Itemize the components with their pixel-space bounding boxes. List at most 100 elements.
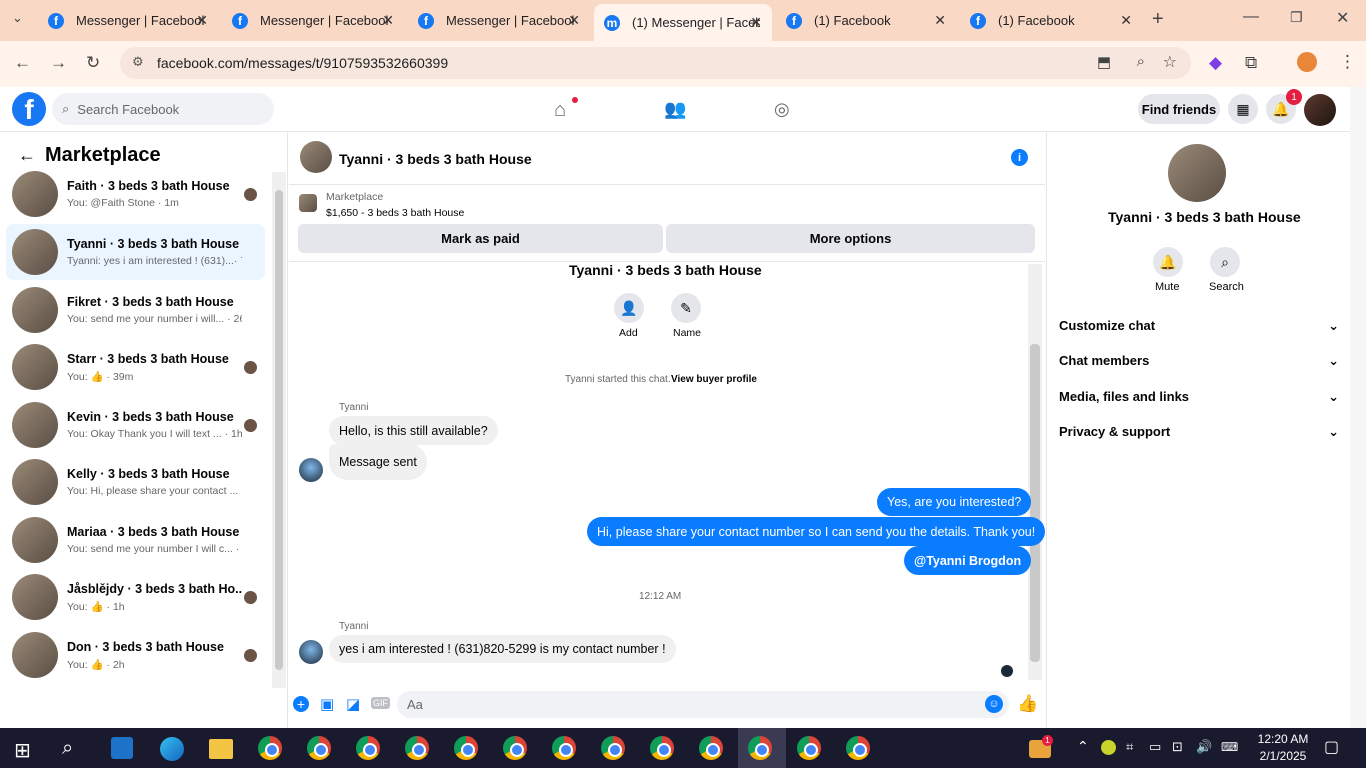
extensions-puzzle-icon[interactable]: ⧉ (1245, 53, 1257, 73)
restore-icon[interactable]: ❐ (1290, 9, 1303, 26)
clock-time[interactable]: 12:20 AM (1256, 732, 1310, 746)
friends-icon[interactable]: 👥 (664, 99, 686, 120)
zoom-icon[interactable]: ⌕ (1137, 53, 1145, 70)
browser-tab-1[interactable]: f Messenger | Facebook ✕ (38, 6, 218, 35)
add-attachment-icon[interactable]: + (293, 696, 309, 712)
volume-icon[interactable]: 🔊 (1196, 739, 1212, 755)
list-item[interactable]: Faith · 3 beds 3 bath House You: @Faith S… (6, 166, 265, 222)
account-avatar[interactable] (1304, 94, 1336, 126)
close-tab-icon[interactable]: ✕ (750, 14, 762, 31)
close-tab-icon[interactable]: ✕ (196, 12, 208, 29)
install-icon[interactable]: ⬒ (1097, 53, 1111, 71)
list-item-selected[interactable]: Tyanni · 3 beds 3 bath House Tyanni: yes … (6, 224, 265, 280)
sticker-icon[interactable]: ◪ (346, 695, 360, 713)
home-icon[interactable]: ⌂ (554, 99, 566, 122)
list-item[interactable]: Kelly · 3 beds 3 bath House You: Hi, plea… (6, 454, 265, 510)
outgoing-message[interactable]: @Tyanni Brogdon (904, 546, 1032, 575)
close-tab-icon[interactable]: ✕ (568, 12, 580, 29)
search-icon[interactable]: ⌕ (62, 737, 73, 760)
edit-name-icon[interactable]: ✎ (671, 293, 701, 323)
find-friends-button[interactable]: Find friends (1138, 94, 1220, 124)
list-item[interactable]: Don · 3 beds 3 bath House You: 👍 · 2h (6, 627, 265, 683)
outgoing-message[interactable]: Yes, are you interested? (877, 488, 1032, 516)
store-icon[interactable] (111, 737, 133, 759)
scrollbar-thumb[interactable] (1030, 344, 1040, 662)
site-info-icon[interactable]: ⚙ (132, 54, 144, 70)
page-scrollbar[interactable] (1350, 87, 1366, 728)
profile-avatar-icon[interactable] (1297, 52, 1317, 72)
outgoing-message[interactable]: Hi, please share your contact number so … (587, 517, 1046, 546)
forward-icon[interactable]: → (50, 53, 67, 73)
customize-chat-row[interactable]: Customize chat ⌄ (1059, 318, 1339, 334)
chrome-icon[interactable] (356, 736, 380, 760)
chat-title[interactable]: Tyanni · 3 beds 3 bath House (339, 151, 532, 167)
close-tab-icon[interactable]: ✕ (1120, 12, 1132, 29)
incoming-message[interactable]: Hello, is this still available? (329, 416, 498, 445)
list-item[interactable]: Mariaa · 3 beds 3 bath House You: send me… (6, 512, 265, 568)
chrome-icon[interactable] (699, 736, 723, 760)
minimize-icon[interactable]: — (1243, 8, 1259, 26)
edge-icon[interactable] (160, 737, 184, 761)
window-close-icon[interactable]: ✕ (1336, 8, 1349, 28)
emoji-icon[interactable]: ☺ (985, 695, 1003, 713)
chrome-icon[interactable] (846, 736, 870, 760)
list-item[interactable]: Fikret · 3 beds 3 bath House You: send me… (6, 282, 265, 338)
chrome-icon[interactable] (650, 736, 674, 760)
chrome-icon[interactable] (797, 736, 821, 760)
chat-members-row[interactable]: Chat members ⌄ (1059, 353, 1339, 369)
menu-grid-icon[interactable]: ▦ (1228, 94, 1258, 124)
listing-thumbnail[interactable] (299, 194, 317, 212)
chrome-icon[interactable] (503, 736, 527, 760)
windows-start-icon[interactable]: ⊞ (14, 738, 31, 763)
add-people-icon[interactable]: 👤 (614, 293, 644, 323)
like-thumb-icon[interactable]: 👍 (1017, 694, 1038, 714)
tray-device-icon[interactable]: ⌗ (1126, 739, 1133, 755)
chrome-icon[interactable] (258, 736, 282, 760)
tab-list-icon[interactable]: ⌄ (12, 10, 23, 26)
reload-icon[interactable]: ↻ (86, 53, 100, 73)
back-arrow-icon[interactable]: ← (18, 145, 36, 166)
sender-avatar[interactable] (299, 458, 323, 482)
browser-tab-2[interactable]: f Messenger | Facebook ✕ (222, 6, 404, 35)
new-tab-icon[interactable]: + (1152, 8, 1164, 31)
list-item[interactable]: Starr · 3 beds 3 bath House You: 👍 · 39m (6, 339, 265, 395)
chevron-up-icon[interactable]: ⌃ (1077, 738, 1089, 755)
search-icon[interactable]: ⌕ (1210, 247, 1240, 277)
extension-icon[interactable]: ◆ (1209, 53, 1222, 73)
clock-date[interactable]: 2/1/2025 (1256, 749, 1310, 763)
browser-tab-3[interactable]: f Messenger | Facebook ✕ (408, 6, 590, 35)
facebook-logo-icon[interactable]: f (12, 92, 46, 126)
chat-avatar[interactable] (300, 141, 332, 173)
browser-tab-5[interactable]: f (1) Facebook ✕ (776, 6, 956, 35)
chrome-icon[interactable] (307, 736, 331, 760)
groups-icon[interactable]: ◎ (774, 99, 790, 120)
close-tab-icon[interactable]: ✕ (382, 12, 394, 29)
back-icon[interactable]: ← (14, 53, 31, 73)
privacy-support-row[interactable]: Privacy & support ⌄ (1059, 424, 1339, 440)
address-bar[interactable]: ⚙ facebook.com/messages/t/91075935326603… (120, 47, 1191, 79)
sender-avatar[interactable] (299, 640, 323, 664)
mute-bell-icon[interactable]: 🔔 (1153, 247, 1183, 277)
incoming-message[interactable]: yes i am interested ! (631)820-5299 is m… (329, 635, 676, 663)
mark-as-paid-button[interactable]: Mark as paid (298, 224, 663, 253)
info-icon[interactable]: i (1011, 149, 1028, 166)
tray-app-icon[interactable] (1101, 740, 1116, 755)
chrome-icon[interactable] (552, 736, 576, 760)
search-input[interactable]: ⌕ Search Facebook (52, 93, 274, 125)
list-item[interactable]: Jåsblějdy · 3 beds 3 bath Ho... You: 👍 · … (6, 569, 265, 625)
bookmark-star-icon[interactable]: ☆ (1163, 52, 1177, 72)
more-options-button[interactable]: More options (666, 224, 1035, 253)
scrollbar-thumb[interactable] (275, 190, 283, 670)
photo-icon[interactable]: ▣ (320, 695, 334, 713)
keyboard-icon[interactable]: ⌨ (1221, 740, 1238, 754)
listing-price[interactable]: $1,650 - 3 beds 3 bath House (326, 207, 464, 219)
list-scrollbar[interactable] (272, 172, 286, 688)
incoming-message[interactable]: Message sent (329, 444, 427, 480)
gif-icon[interactable]: GIF (371, 697, 390, 709)
browser-tab-6[interactable]: f (1) Facebook ✕ (960, 6, 1142, 35)
network-icon[interactable]: ⊡ (1172, 739, 1183, 755)
close-tab-icon[interactable]: ✕ (934, 12, 946, 29)
notification-center-icon[interactable]: ▢ (1324, 737, 1339, 757)
media-files-links-row[interactable]: Media, files and links ⌄ (1059, 389, 1339, 405)
battery-icon[interactable]: ▭ (1149, 739, 1161, 755)
